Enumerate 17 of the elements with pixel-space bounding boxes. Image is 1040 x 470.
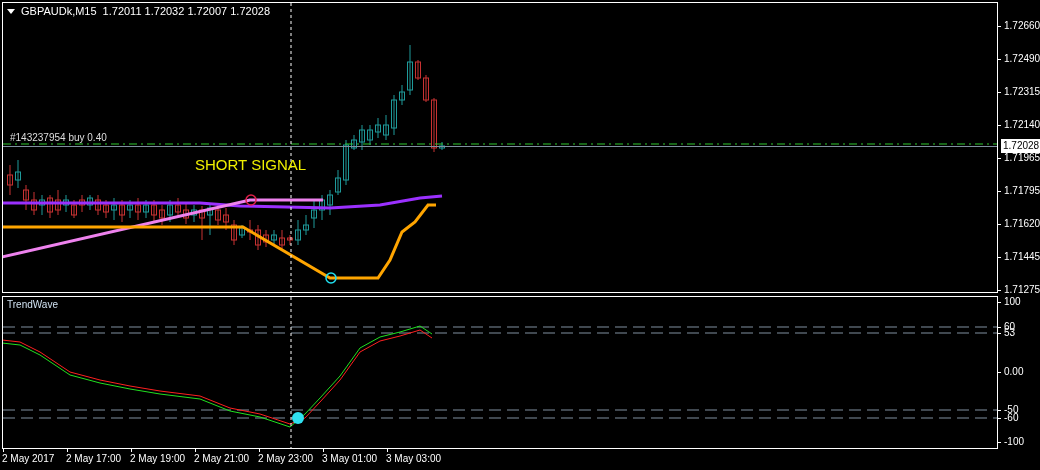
order-label: #143237954 buy 0.40	[10, 132, 107, 144]
indicator-name: TrendWave	[7, 299, 58, 311]
signal-label: SHORT SIGNAL	[195, 156, 307, 174]
buy-signal-icon	[325, 272, 337, 284]
cross-dot-icon	[292, 412, 304, 424]
time-tick-label: 2 May 21:00	[194, 449, 258, 464]
time-tick-label: 2 May 23:00	[258, 449, 322, 464]
time-tick-label: 3 May 01:00	[322, 449, 386, 464]
time-tick-label: 3 May 03:00	[386, 449, 450, 464]
quote-values: 1.72011 1.72032 1.72007 1.72028	[102, 5, 270, 17]
time-tick-label: 2 May 2017	[2, 449, 66, 464]
current-price-tag: 1.72028	[1001, 139, 1040, 153]
sell-signal-icon	[245, 194, 257, 206]
time-tick-label: 2 May 17:00	[66, 449, 130, 464]
time-tick-label: 2 May 19:00	[130, 449, 194, 464]
symbol-label: GBPAUDk,M15	[21, 5, 97, 17]
dropdown-triangle-icon[interactable]	[7, 8, 15, 14]
